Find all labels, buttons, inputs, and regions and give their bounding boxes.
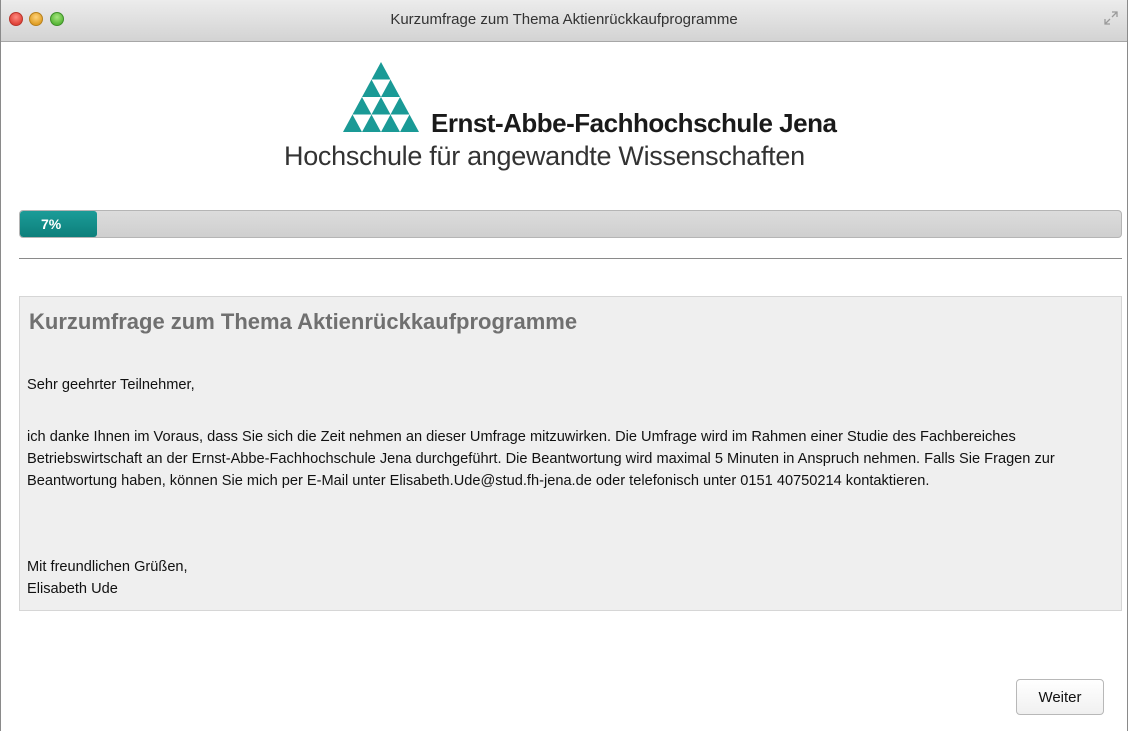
greeting-text: Sehr geehrter Teilnehmer, [27, 377, 195, 393]
logo-triangle-icon [343, 62, 419, 132]
progress-label: 7% [41, 216, 62, 232]
title-bar[interactable]: Kurzumfrage zum Thema Aktienrückkaufprog… [1, 0, 1127, 42]
progress-bar: 7% [19, 210, 1122, 238]
intro-body-text: ich danke Ihnen im Voraus, dass Sie sich… [27, 429, 1055, 489]
survey-intro-panel: Kurzumfrage zum Thema Aktienrückkaufprog… [19, 296, 1122, 611]
logo-subtitle: Hochschule für angewandte Wissenschaften [284, 141, 805, 171]
divider [19, 258, 1122, 259]
closing-text: Mit freundlichen Grüßen, [27, 559, 188, 575]
survey-title: Kurzumfrage zum Thema Aktienrückkaufprog… [29, 309, 578, 334]
logo-name: Ernst-Abbe-Fachhochschule Jena [431, 108, 837, 138]
fullscreen-icon[interactable] [1103, 10, 1119, 26]
next-button[interactable]: Weiter [1016, 679, 1104, 715]
institution-logo: Ernst-Abbe-Fachhochschule Jena Hochschul… [281, 60, 861, 180]
signature-text: Elisabeth Ude [27, 581, 118, 597]
survey-window: Kurzumfrage zum Thema Aktienrückkaufprog… [0, 0, 1128, 731]
window-title: Kurzumfrage zum Thema Aktienrückkaufprog… [390, 11, 738, 28]
